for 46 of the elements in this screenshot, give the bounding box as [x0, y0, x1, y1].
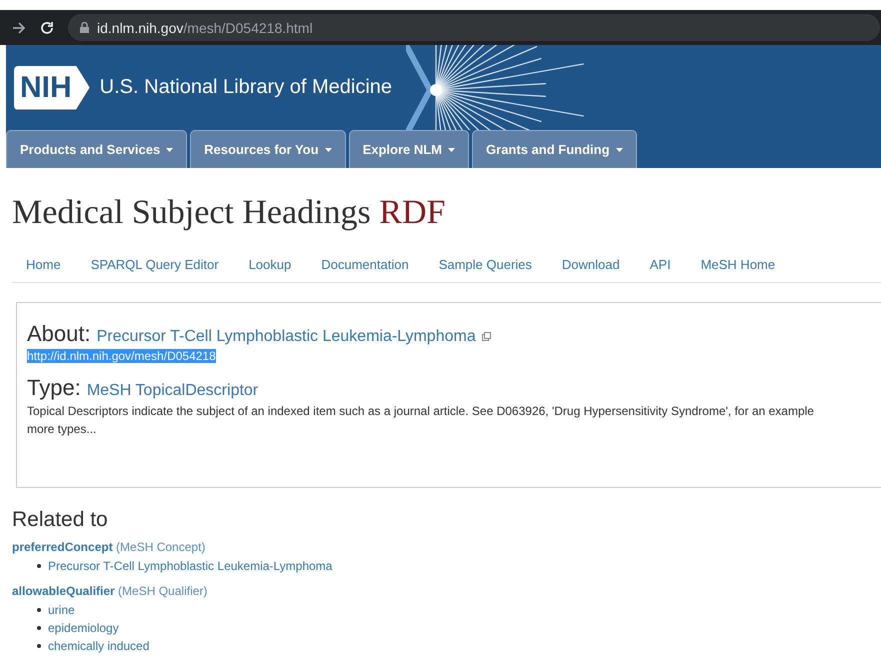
nav-link[interactable]: Download	[546, 256, 635, 272]
forward-icon[interactable]	[12, 22, 26, 34]
nav-link[interactable]: API	[634, 256, 686, 272]
type-link[interactable]: MeSH TopicalDescriptor	[86, 382, 258, 400]
related-heading: Related to	[12, 508, 109, 532]
type-label: Type:	[27, 375, 81, 401]
more-types-text: more types...	[27, 422, 98, 436]
bullet-icon	[37, 644, 41, 648]
related-link[interactable]: chemically induced	[48, 637, 150, 655]
about-label: About:	[27, 321, 91, 347]
uri-text: http://id.nlm.nih.gov/mesh/D054218	[27, 349, 216, 363]
property-link[interactable]: preferredConcept	[12, 540, 113, 554]
property-type-link[interactable]: (MeSH Qualifier)	[118, 584, 208, 598]
caret-icon	[616, 148, 623, 152]
menu-tab[interactable]: Resources for You	[190, 130, 346, 168]
caret-icon	[166, 148, 174, 152]
menu-tab[interactable]: Grants and Funding	[472, 130, 637, 168]
url-host: id.nlm.nih.gov	[97, 20, 184, 36]
caret-icon	[448, 148, 456, 152]
external-link-icon	[482, 332, 491, 341]
nav-link[interactable]: Sample Queries	[424, 256, 547, 272]
type-description: Topical Descriptors indicate the subject of an indexed item such as a journal article. See D063926, 'Drug Hypersensitivity Syndrome', for an example	[27, 404, 815, 418]
related-link[interactable]: epidemiology	[48, 619, 119, 637]
page-title: Medical Subject Headings RDF	[12, 194, 446, 232]
related-link[interactable]: urine	[48, 601, 75, 619]
lock-icon	[80, 22, 89, 33]
nih-logo[interactable]: NIH	[14, 66, 90, 110]
nav-link[interactable]: Lookup	[234, 256, 306, 272]
menu-tab[interactable]: Products and Services	[6, 130, 188, 168]
nav-link[interactable]: MeSH Home	[686, 256, 790, 272]
bullet-icon	[37, 564, 41, 568]
descriptor-link[interactable]: Precursor T-Cell Lymphoblastic Leukemia-Lymphoma	[96, 328, 476, 346]
bullet-icon	[37, 626, 41, 630]
nav-link[interactable]: SPARQL Query Editor	[76, 256, 234, 272]
menu-tab[interactable]: Explore NLM	[348, 130, 470, 168]
related-link[interactable]: Precursor T-Cell Lymphoblastic Leukemia-Lymphoma	[48, 557, 332, 575]
bullet-icon	[37, 608, 41, 612]
nav-link[interactable]: Documentation	[306, 256, 424, 272]
nav-link[interactable]: Home	[12, 256, 76, 272]
caret-icon	[324, 148, 332, 152]
banner-title: U.S. National Library of Medicine	[100, 76, 392, 99]
url-path: /mesh/D054218.html	[183, 20, 313, 36]
property-link[interactable]: allowableQualifier	[12, 584, 115, 598]
property-type-link[interactable]: (MeSH Concept)	[116, 540, 206, 554]
address-bar[interactable]: id.nlm.nih.gov/mesh/D054218.html	[68, 14, 880, 41]
reload-icon[interactable]	[40, 20, 54, 34]
